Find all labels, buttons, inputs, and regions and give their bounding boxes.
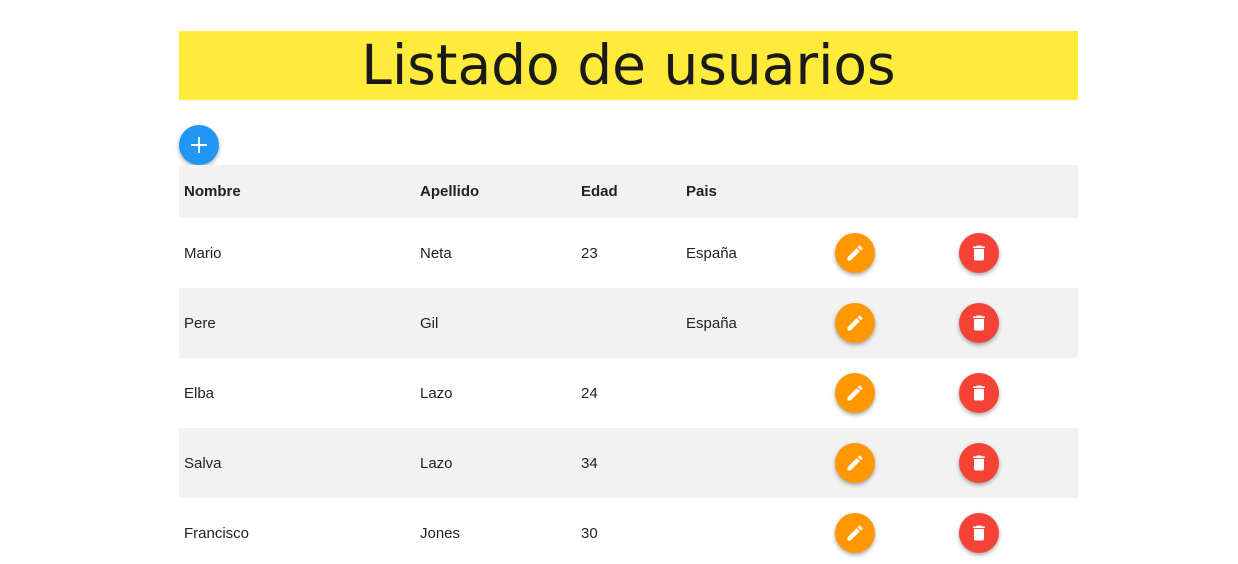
edit-cell [835, 428, 875, 498]
table-row: Pere Gil España [179, 288, 1078, 358]
cell-apellido: Gil [420, 314, 439, 332]
cell-pais: España [686, 244, 737, 262]
cell-edad: 34 [581, 454, 598, 472]
pencil-icon [845, 313, 865, 333]
trash-icon [969, 453, 989, 473]
delete-user-button[interactable] [959, 513, 999, 553]
edit-user-button[interactable] [835, 443, 875, 483]
page-title: Listado de usuarios [361, 33, 896, 97]
table-row: Elba Lazo 24 [179, 358, 1078, 428]
trash-icon [969, 243, 989, 263]
table-row: Salva Lazo 34 [179, 428, 1078, 498]
delete-user-button[interactable] [959, 443, 999, 483]
delete-cell [959, 218, 999, 288]
cell-nombre: Mario [184, 244, 222, 262]
cell-nombre: Pere [184, 314, 216, 332]
delete-cell [959, 358, 999, 428]
cell-pais: España [686, 314, 737, 332]
column-header-apellido: Apellido [420, 183, 480, 200]
cell-nombre: Salva [184, 454, 222, 472]
edit-cell [835, 358, 875, 428]
cell-apellido: Neta [420, 244, 452, 262]
edit-user-button[interactable] [835, 303, 875, 343]
delete-user-button[interactable] [959, 303, 999, 343]
cell-apellido: Lazo [420, 454, 453, 472]
column-header-pais: Pais [686, 183, 717, 200]
table-row: Francisco Jones 30 [179, 498, 1078, 564]
edit-user-button[interactable] [835, 513, 875, 553]
edit-cell [835, 288, 875, 358]
users-table: Nombre Apellido Edad Pais Mario Neta 23 … [179, 165, 1078, 564]
page: Listado de usuarios Nombre Apellido Edad… [0, 0, 1238, 564]
delete-cell [959, 498, 999, 564]
table-row: Mario Neta 23 España [179, 218, 1078, 288]
pencil-icon [845, 453, 865, 473]
delete-cell [959, 428, 999, 498]
cell-edad: 30 [581, 524, 598, 542]
add-user-button[interactable] [179, 125, 219, 165]
edit-cell [835, 218, 875, 288]
cell-nombre: Francisco [184, 524, 250, 542]
trash-icon [969, 523, 989, 543]
cell-edad: 23 [581, 244, 598, 262]
delete-user-button[interactable] [959, 233, 999, 273]
delete-user-button[interactable] [959, 373, 999, 413]
edit-user-button[interactable] [835, 233, 875, 273]
plus-icon [190, 136, 208, 154]
edit-cell [835, 498, 875, 564]
column-header-nombre: Nombre [184, 183, 241, 200]
cell-nombre: Elba [184, 384, 215, 402]
cell-edad: 24 [581, 384, 598, 402]
table-header-row: Nombre Apellido Edad Pais [179, 165, 1078, 218]
cell-apellido: Lazo [420, 384, 453, 402]
title-banner: Listado de usuarios [179, 31, 1078, 100]
column-header-edad: Edad [581, 183, 618, 200]
trash-icon [969, 313, 989, 333]
edit-user-button[interactable] [835, 373, 875, 413]
pencil-icon [845, 243, 865, 263]
delete-cell [959, 288, 999, 358]
cell-apellido: Jones [420, 524, 461, 542]
pencil-icon [845, 383, 865, 403]
pencil-icon [845, 523, 865, 543]
trash-icon [969, 383, 989, 403]
